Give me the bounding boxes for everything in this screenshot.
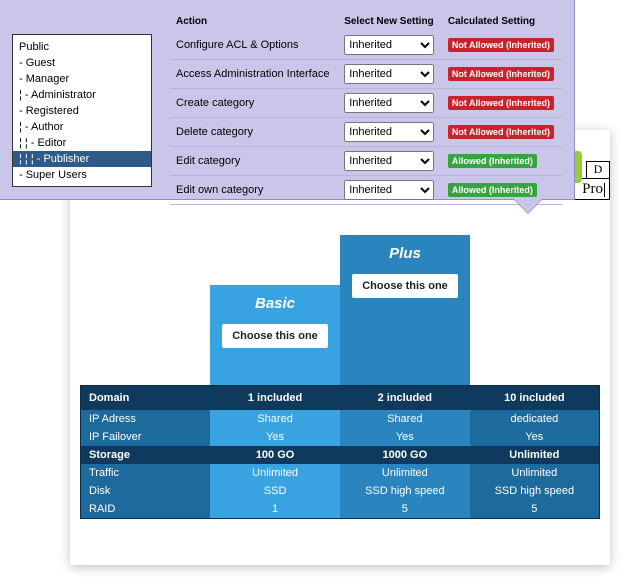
cell: Unlimited (470, 464, 600, 482)
plan-name-basic: Basic (210, 295, 340, 312)
tree-item-guest[interactable]: - Guest (13, 55, 151, 71)
storage-basic-val: 100 GO (256, 449, 295, 461)
panel-tail (514, 199, 542, 213)
row-label: Disk (81, 482, 211, 500)
perm-calc-badge: Allowed (Inherited) (448, 154, 537, 168)
permissions-panel: Public - Guest - Manager ¦ - Administrat… (0, 0, 575, 200)
choose-plus-button[interactable]: Choose this one (352, 274, 458, 298)
perm-calc-badge: Not Allowed (Inherited) (448, 38, 554, 52)
col-calculated: Calculated Setting (442, 12, 562, 31)
tree-item-registered[interactable]: - Registered (13, 103, 151, 119)
col-select: Select New Setting (338, 12, 442, 31)
cell: SSD high speed (340, 482, 470, 500)
cell: Unlimited (340, 464, 470, 482)
perm-calc-badge: Allowed (Inherited) (448, 183, 537, 197)
storage-pro-val: Unlimited (509, 449, 559, 461)
cell: 1 (210, 500, 340, 519)
perm-calc-badge: Not Allowed (Inherited) (448, 67, 554, 81)
perm-select[interactable]: Inherited (344, 180, 434, 200)
cell: Yes (210, 428, 340, 446)
perm-action: Edit own category (170, 176, 338, 205)
plan-name-plus: Plus (340, 245, 470, 262)
perm-calc-badge: Not Allowed (Inherited) (448, 96, 554, 110)
corner-d-box: D (586, 161, 610, 179)
storage-plus-val: 1000 GO (383, 449, 428, 461)
perm-row: Delete category Inherited Not Allowed (I… (170, 118, 562, 147)
table-row: Disk SSD SSD high speed SSD high speed (81, 482, 600, 500)
row-label: Traffic (81, 464, 211, 482)
plan-header-basic: Basic Choose this one (210, 285, 340, 385)
text-cursor (604, 183, 605, 197)
tree-item-public[interactable]: Public (13, 39, 151, 55)
cell: Shared (340, 410, 470, 428)
perm-row: Create category Inherited Not Allowed (I… (170, 89, 562, 118)
choose-basic-button[interactable]: Choose this one (222, 324, 328, 348)
perm-select[interactable]: Inherited (344, 35, 434, 55)
domain-basic-val: 1 included (248, 392, 302, 404)
perm-calc-badge: Not Allowed (Inherited) (448, 125, 554, 139)
table-row: Traffic Unlimited Unlimited Unlimited (81, 464, 600, 482)
perm-row: Edit category Inherited Allowed (Inherit… (170, 147, 562, 176)
table-row: RAID 1 5 5 (81, 500, 600, 519)
table-row: IP Failover Yes Yes Yes (81, 428, 600, 446)
perm-action: Configure ACL & Options (170, 31, 338, 60)
tree-item-manager[interactable]: - Manager (13, 71, 151, 87)
row-label: IP Failover (81, 428, 211, 446)
perm-select[interactable]: Inherited (344, 93, 434, 113)
perm-action: Edit category (170, 147, 338, 176)
domain-plus-val: 2 included (378, 392, 432, 404)
section-header-storage: Storage 100 GO 1000 GO Unlimited (81, 446, 600, 464)
tree-item-administrator[interactable]: ¦ - Administrator (13, 87, 151, 103)
perm-action: Access Administration Interface (170, 60, 338, 89)
tree-item-publisher[interactable]: ¦ ¦ ¦ - Publisher (13, 151, 151, 167)
perm-select[interactable]: Inherited (344, 64, 434, 84)
cell: Yes (470, 428, 600, 446)
cell: 5 (340, 500, 470, 519)
section-title: Storage (81, 446, 211, 464)
tree-item-super-users[interactable]: - Super Users (13, 167, 151, 183)
compare-table: Domain 1 included 2 included 10 included… (80, 385, 600, 519)
section-header-domain: Domain 1 included 2 included 10 included (81, 386, 600, 411)
domain-pro-val: 10 included (504, 392, 565, 404)
group-tree[interactable]: Public - Guest - Manager ¦ - Administrat… (12, 34, 152, 187)
tree-item-author[interactable]: ¦ - Author (13, 119, 151, 135)
pro-plan-label-text: Pro (582, 181, 603, 197)
perm-row: Access Administration Interface Inherite… (170, 60, 562, 89)
cell: Shared (210, 410, 340, 428)
perm-row: Edit own category Inherited Allowed (Inh… (170, 176, 562, 205)
cell: Yes (340, 428, 470, 446)
permissions-table: Action Select New Setting Calculated Set… (170, 12, 562, 187)
perm-action: Create category (170, 89, 338, 118)
row-label: RAID (81, 500, 211, 519)
cell: dedicated (470, 410, 600, 428)
table-row: IP Adress Shared Shared dedicated (81, 410, 600, 428)
section-title: Domain (81, 386, 211, 411)
plan-header-plus: Plus Choose this one (340, 235, 470, 385)
perm-action: Delete category (170, 118, 338, 147)
cell: SSD (210, 482, 340, 500)
cell: SSD high speed (470, 482, 600, 500)
row-label: IP Adress (81, 410, 211, 428)
cell: 5 (470, 500, 600, 519)
col-action: Action (170, 12, 338, 31)
perm-select[interactable]: Inherited (344, 151, 434, 171)
perm-row: Configure ACL & Options Inherited Not Al… (170, 31, 562, 60)
tree-item-editor[interactable]: ¦ ¦ - Editor (13, 135, 151, 151)
cell: Unlimited (210, 464, 340, 482)
pricing-table-wrap: Choose this one Basic Choose this one Pl… (80, 235, 600, 519)
perm-select[interactable]: Inherited (344, 122, 434, 142)
